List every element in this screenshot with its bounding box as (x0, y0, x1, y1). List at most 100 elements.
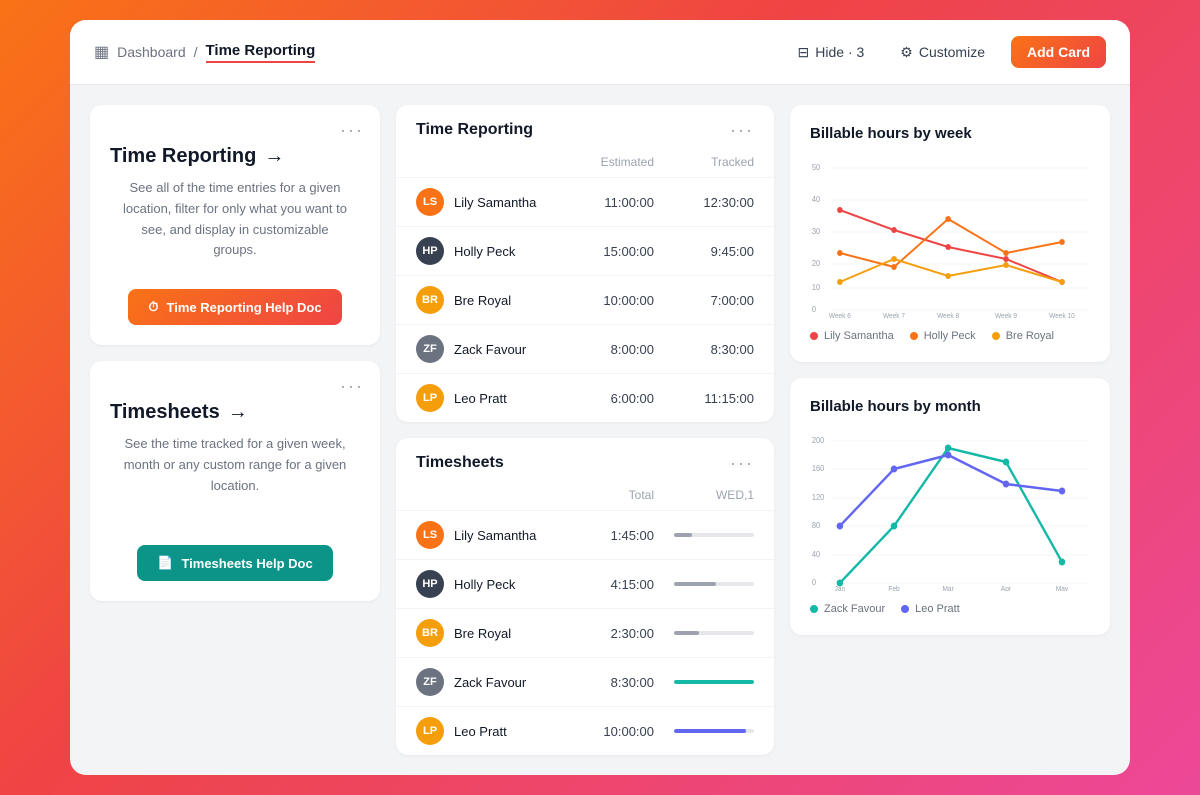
col-estimated: Estimated (554, 155, 654, 169)
monthly-chart-area: 200 160 120 80 40 0 Jan (810, 431, 1090, 591)
svg-text:200: 200 (812, 436, 824, 445)
avatar: HP (416, 237, 444, 265)
user-cell: LP Leo Pratt (416, 384, 554, 412)
ts-user-cell: LS Lily Samantha (416, 521, 574, 549)
user-cell: LS Lily Samantha (416, 188, 554, 216)
legend-zack: Zack Favour (810, 603, 885, 615)
time-reporting-info-card: ··· Time Reporting → See all of the time… (90, 105, 380, 345)
svg-text:0: 0 (812, 305, 816, 314)
add-card-button[interactable]: Add Card (1011, 36, 1106, 68)
ts-user-cell: ZF Zack Favour (416, 668, 574, 696)
user-name: Lily Samantha (454, 195, 536, 210)
table-row[interactable]: HP Holly Peck 15:00:00 9:45:00 (396, 226, 774, 275)
tracked-time: 11:15:00 (654, 391, 754, 406)
svg-text:Week 9: Week 9 (995, 313, 1017, 318)
avatar: LP (416, 384, 444, 412)
timesheets-info-card: ··· Timesheets → See the time tracked fo… (90, 361, 380, 601)
progress-bar-bg (674, 729, 754, 733)
table-row[interactable]: LP Leo Pratt 6:00:00 11:15:00 (396, 373, 774, 422)
table-menu-1[interactable]: ··· (730, 121, 754, 139)
monthly-chart-title: Billable hours by month (810, 398, 1090, 415)
svg-text:120: 120 (812, 493, 824, 502)
dashboard-grid: ··· Time Reporting → See all of the time… (70, 85, 1130, 775)
ts-total: 2:30:00 (574, 626, 654, 641)
right-column: Billable hours by week 50 40 30 20 10 0 (790, 105, 1110, 755)
ts-col-wed: WED,1 (654, 488, 754, 502)
ts-avatar: BR (416, 619, 444, 647)
info-card-1-desc: See all of the time entries for a given … (110, 178, 360, 261)
user-cell: HP Holly Peck (416, 237, 554, 265)
table-row[interactable]: BR Bre Royal 10:00:00 7:00:00 (396, 275, 774, 324)
customize-button[interactable]: ⚙ Customize (890, 38, 995, 67)
ts-user-name: Zack Favour (454, 675, 526, 690)
timesheets-rows: LS Lily Samantha 1:45:00 HP Holly Peck 4… (396, 510, 774, 755)
ts-avatar: ZF (416, 668, 444, 696)
legend-dot-leo (901, 605, 909, 613)
time-reporting-title-text: Time Reporting (110, 145, 256, 168)
weekly-chart-card: Billable hours by week 50 40 30 20 10 0 (790, 105, 1110, 362)
table-title-2: Timesheets (416, 454, 504, 472)
timesheets-table-card: Timesheets ··· Total WED,1 LS Lily Saman… (396, 438, 774, 755)
top-actions: ⊟ Hide · 3 ⚙ Customize Add Card (788, 36, 1106, 68)
ts-user-cell: HP Holly Peck (416, 570, 574, 598)
breadcrumb-separator: / (194, 44, 198, 60)
table-header-1: Time Reporting ··· (396, 105, 774, 139)
svg-text:Week 6: Week 6 (829, 313, 851, 318)
ts-bar-container (654, 533, 754, 537)
estimated-time: 8:00:00 (554, 342, 654, 357)
legend-dot-holly (910, 332, 918, 340)
ts-total: 10:00:00 (574, 724, 654, 739)
timesheets-help-btn[interactable]: 📄 Timesheets Help Doc (137, 545, 332, 581)
hide-label: Hide · 3 (815, 44, 864, 60)
avatar: BR (416, 286, 444, 314)
svg-text:Week 7: Week 7 (883, 313, 905, 318)
user-name: Bre Royal (454, 293, 511, 308)
user-name: Holly Peck (454, 244, 515, 259)
progress-bar (674, 729, 746, 733)
legend-holly: Holly Peck (910, 330, 976, 342)
progress-bar (674, 533, 692, 537)
timesheets-table-row[interactable]: BR Bre Royal 2:30:00 (396, 608, 774, 657)
ts-total: 4:15:00 (574, 577, 654, 592)
info-card-2-content: Timesheets → See the time tracked for a … (110, 381, 360, 496)
tracked-time: 12:30:00 (654, 195, 754, 210)
progress-bar (674, 631, 699, 635)
legend-dot-zack (810, 605, 818, 613)
card-menu-2[interactable]: ··· (340, 377, 364, 395)
time-reporting-rows: LS Lily Samantha 11:00:00 12:30:00 HP Ho… (396, 177, 774, 422)
svg-text:Mar: Mar (943, 586, 955, 591)
monthly-chart-card: Billable hours by month 200 160 120 80 4… (790, 378, 1110, 635)
table-title-1: Time Reporting (416, 121, 533, 139)
hide-button[interactable]: ⊟ Hide · 3 (788, 38, 875, 67)
ts-bar-container (654, 582, 754, 586)
svg-text:May: May (1056, 586, 1069, 591)
estimated-time: 11:00:00 (554, 195, 654, 210)
table-menu-2[interactable]: ··· (730, 454, 754, 472)
timesheets-table-row[interactable]: ZF Zack Favour 8:30:00 (396, 657, 774, 706)
time-reporting-help-btn[interactable]: ⏱ Time Reporting Help Doc (128, 289, 341, 325)
timesheets-table-row[interactable]: LP Leo Pratt 10:00:00 (396, 706, 774, 755)
title-arrow-2: → (228, 401, 248, 424)
time-reporting-table-card: Time Reporting ··· Estimated Tracked LS … (396, 105, 774, 422)
monthly-chart-svg: 200 160 120 80 40 0 Jan (810, 431, 1090, 591)
svg-text:40: 40 (812, 195, 820, 204)
gear-icon: ⚙ (900, 44, 913, 61)
breadcrumb-dashboard[interactable]: Dashboard (117, 44, 186, 60)
legend-holly-label: Holly Peck (924, 330, 976, 342)
timesheets-table-row[interactable]: LS Lily Samantha 1:45:00 (396, 510, 774, 559)
top-bar: ▦ Dashboard / Time Reporting ⊟ Hide · 3 … (70, 20, 1130, 85)
table-row[interactable]: ZF Zack Favour 8:00:00 8:30:00 (396, 324, 774, 373)
progress-bar-bg (674, 631, 754, 635)
timesheets-table-row[interactable]: HP Holly Peck 4:15:00 (396, 559, 774, 608)
ts-total: 1:45:00 (574, 528, 654, 543)
breadcrumb: ▦ Dashboard / Time Reporting (94, 42, 315, 63)
ts-user-name: Lily Samantha (454, 528, 536, 543)
info-card-2-desc: See the time tracked for a given week, m… (110, 434, 360, 496)
card-menu-1[interactable]: ··· (340, 121, 364, 139)
weekly-chart-area: 50 40 30 20 10 0 Week 6 (810, 158, 1090, 318)
main-container: ▦ Dashboard / Time Reporting ⊟ Hide · 3 … (70, 20, 1130, 775)
ts-col-name (416, 488, 574, 502)
tracked-time: 9:45:00 (654, 244, 754, 259)
progress-bar (674, 680, 754, 684)
table-row[interactable]: LS Lily Samantha 11:00:00 12:30:00 (396, 177, 774, 226)
